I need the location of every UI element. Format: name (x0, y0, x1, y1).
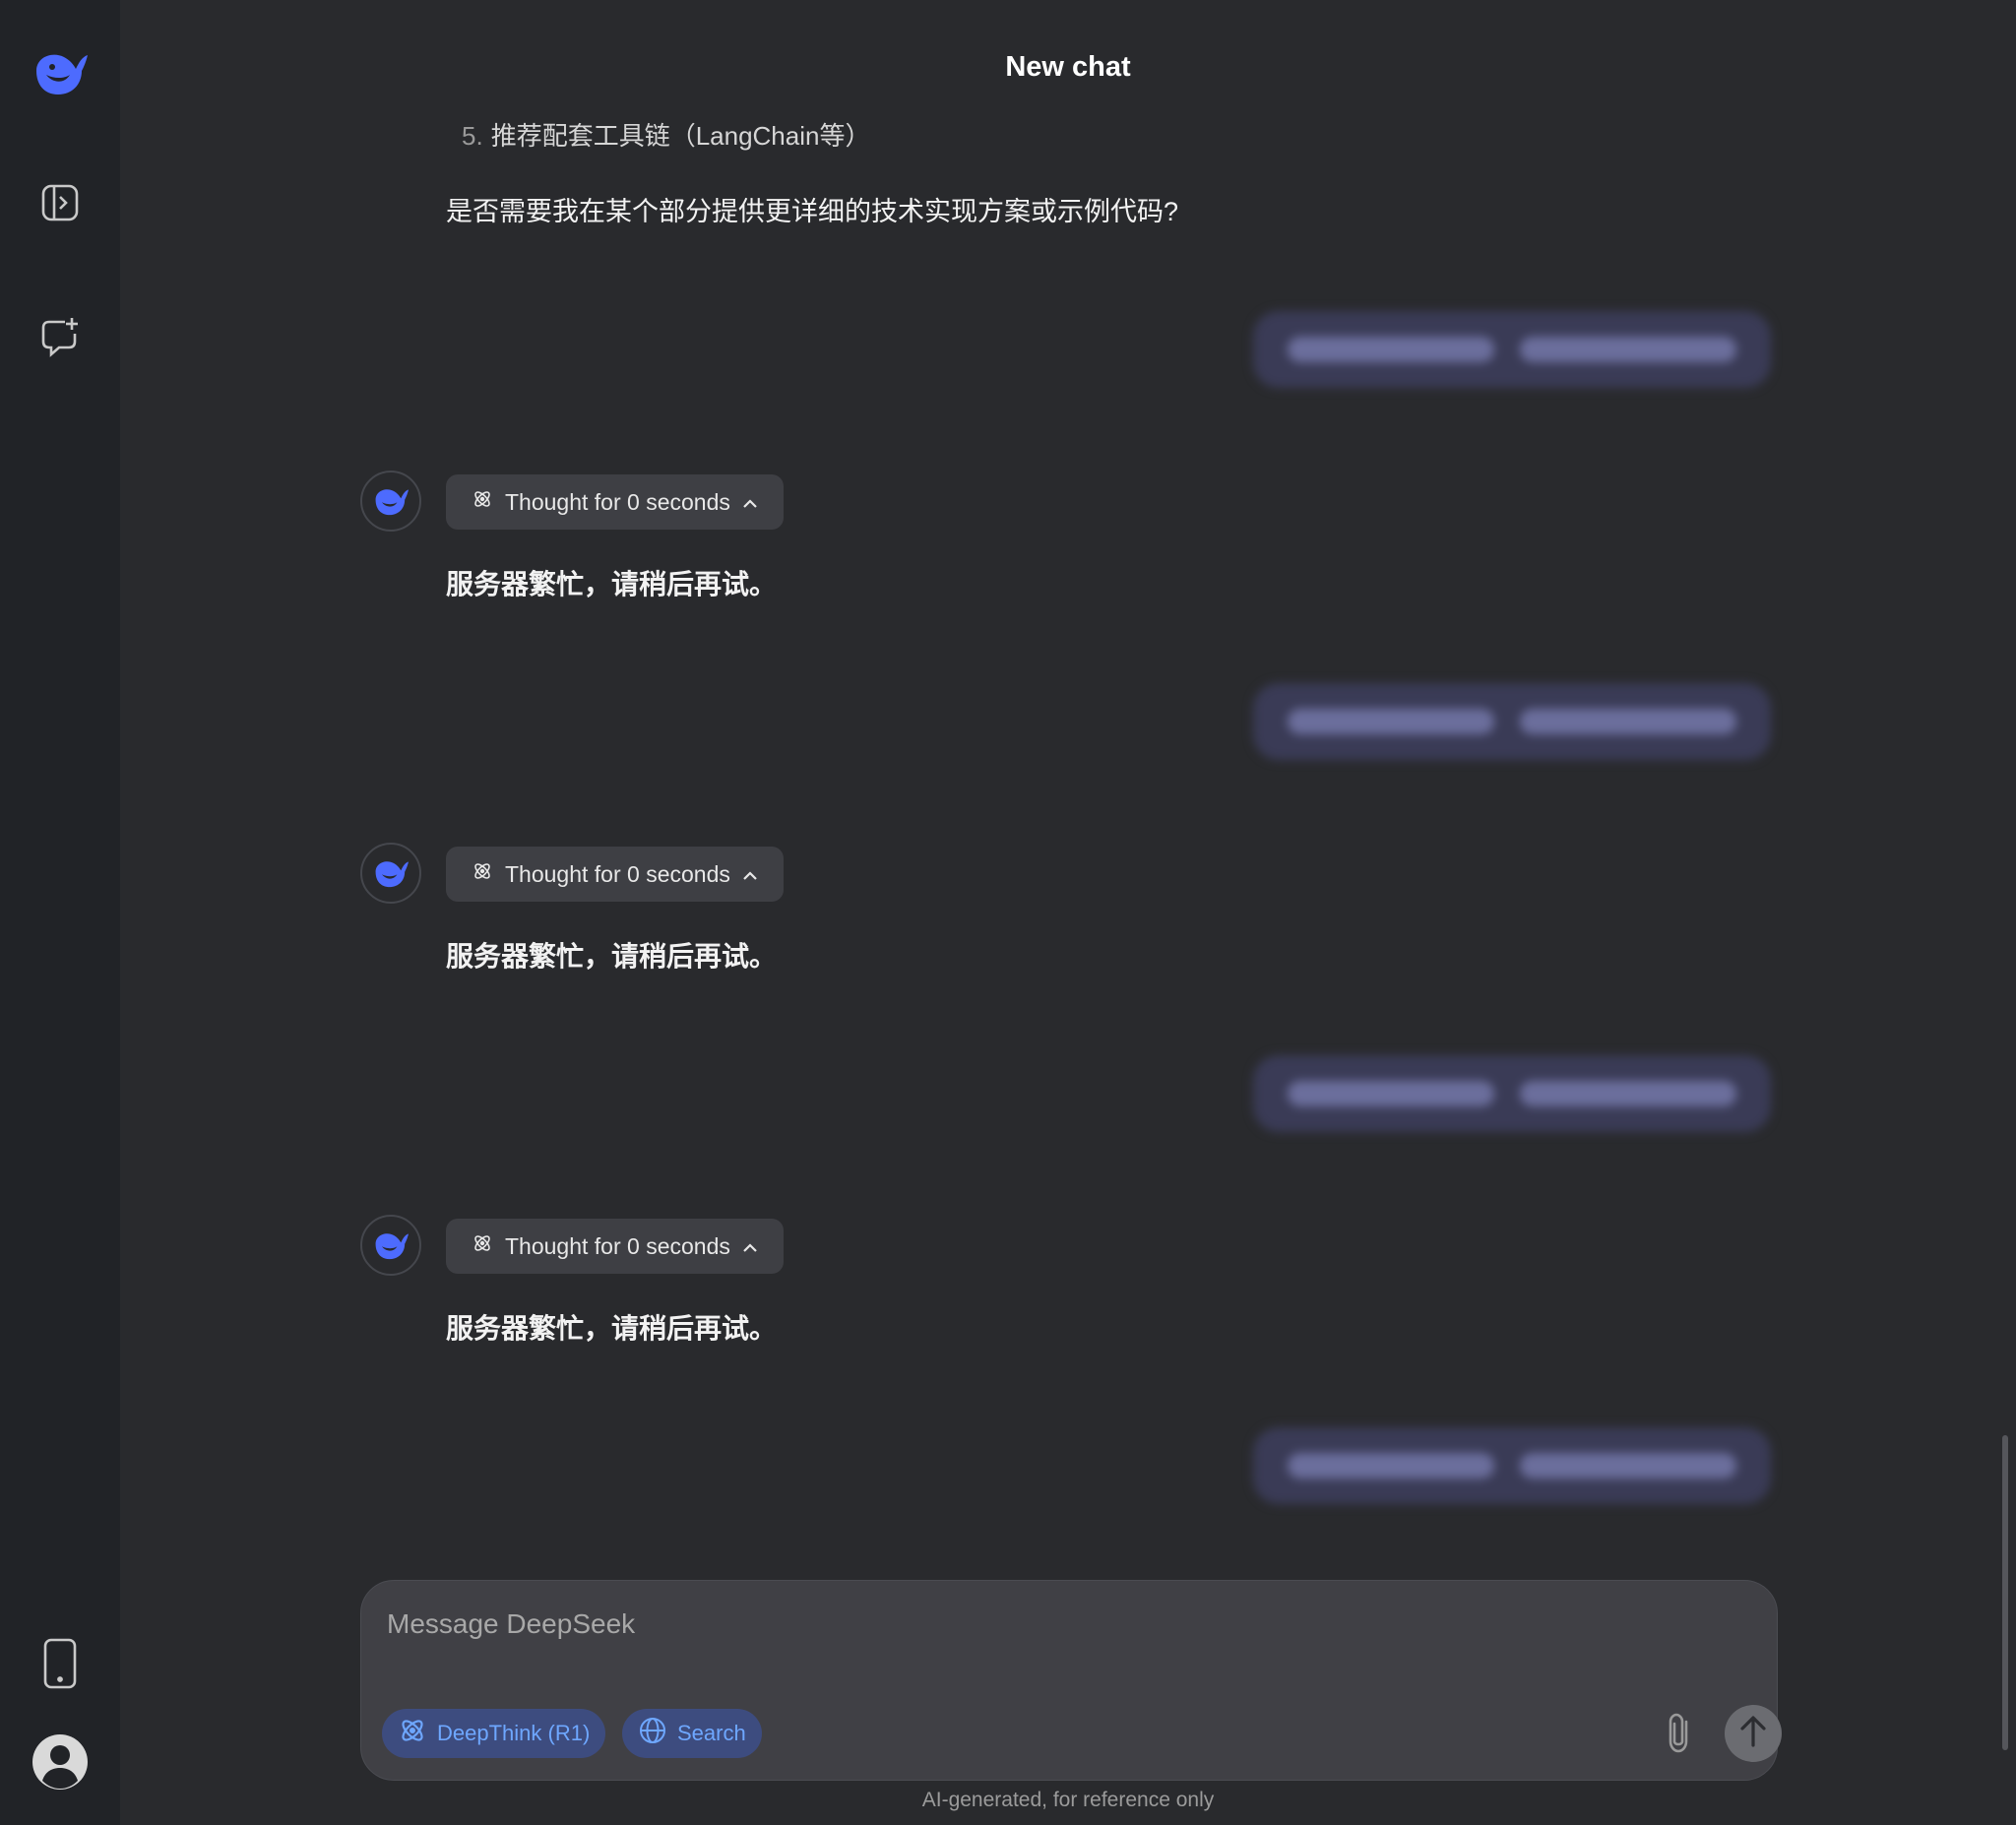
deepthink-label: DeepThink (R1) (437, 1721, 591, 1745)
thought-label: Thought for 0 seconds (505, 1232, 730, 1259)
user-message-blurred (1253, 683, 1771, 760)
message-composer[interactable]: Message DeepSeek DeepThink (R1) Search (360, 1580, 1782, 1781)
assistant-answer: 服务器繁忙，请稍后再试。 (446, 941, 778, 972)
open-sidebar-icon[interactable] (31, 173, 90, 232)
atom-icon (472, 860, 493, 888)
sidebar (0, 0, 120, 1825)
send-button[interactable] (1725, 1705, 1782, 1762)
chevron-up-icon (742, 861, 758, 888)
atom-icon (472, 488, 493, 516)
page-title: New chat (1005, 51, 1131, 83)
chevron-up-icon (742, 1233, 758, 1260)
assistant-avatar (360, 843, 421, 904)
user-message-blurred (1253, 1055, 1771, 1132)
message-input[interactable]: Message DeepSeek (387, 1608, 635, 1640)
thought-toggle-button[interactable]: Thought for 0 seconds (446, 847, 784, 902)
atom-icon (398, 1716, 427, 1751)
assistant-answer: 服务器繁忙，请稍后再试。 (446, 1313, 778, 1344)
deepthink-toggle-button[interactable]: DeepThink (R1) (382, 1709, 606, 1758)
ai-disclaimer: AI-generated, for reference only (921, 1789, 1215, 1811)
globe-icon (638, 1716, 667, 1751)
arrow-up-icon (1738, 1715, 1768, 1753)
list-item-text: 推荐配套工具链（LangChain等） (490, 121, 871, 151)
new-chat-icon[interactable] (31, 307, 90, 366)
chat-area: New chat 5. 推荐配套工具链（LangChain等） 是否需要我在某个部… (120, 0, 2016, 1825)
attach-file-icon[interactable] (1659, 1707, 1702, 1760)
user-message-blurred (1253, 1427, 1771, 1504)
atom-icon (472, 1232, 493, 1260)
assistant-answer: 服务器繁忙，请稍后再试。 (446, 569, 778, 599)
search-label: Search (677, 1721, 746, 1745)
thought-label: Thought for 0 seconds (505, 860, 730, 887)
chevron-up-icon (742, 489, 758, 516)
assistant-question-text: 是否需要我在某个部分提供更详细的技术实现方案或示例代码? (446, 197, 1179, 226)
list-item: 5. 推荐配套工具链（LangChain等） (462, 116, 870, 153)
thought-toggle-button[interactable]: Thought for 0 seconds (446, 474, 784, 530)
assistant-avatar (360, 1215, 421, 1276)
search-toggle-button[interactable]: Search (622, 1709, 762, 1758)
assistant-avatar (360, 471, 421, 532)
profile-icon[interactable] (31, 1732, 90, 1792)
deepseek-logo-icon[interactable] (31, 43, 90, 102)
scrollbar-thumb[interactable] (2002, 1435, 2008, 1750)
mobile-app-icon[interactable] (31, 1634, 90, 1693)
thought-label: Thought for 0 seconds (505, 488, 730, 515)
thought-toggle-button[interactable]: Thought for 0 seconds (446, 1219, 784, 1274)
list-item-number: 5. (462, 121, 483, 151)
user-message-blurred (1253, 311, 1771, 388)
